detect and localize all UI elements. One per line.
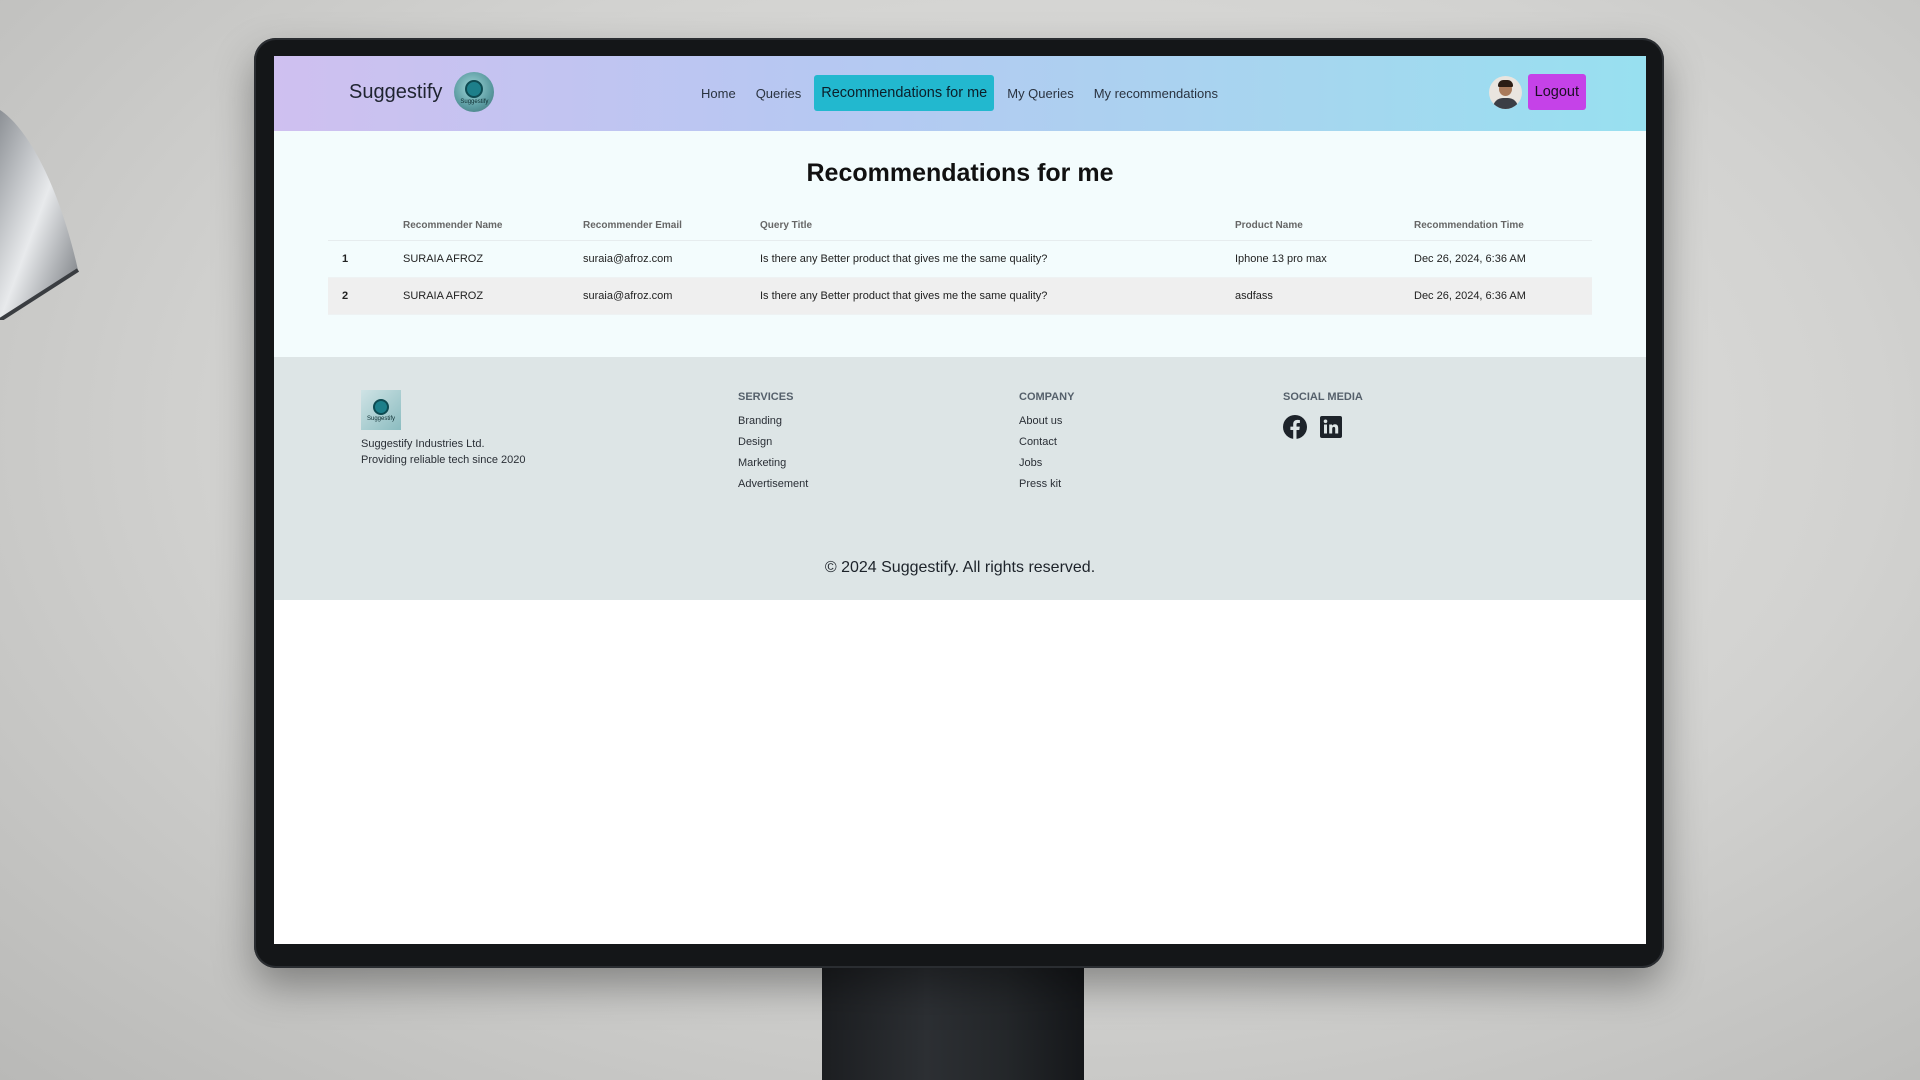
footer-logo: Suggestify [361, 390, 401, 430]
bulb-icon [465, 79, 484, 98]
link-advertisement[interactable]: Advertisement [738, 478, 808, 490]
social-title: SOCIAL MEDIA [1283, 391, 1363, 403]
footer: Suggestify Suggestify Industries Ltd. Pr… [274, 357, 1646, 600]
desk-lamp [0, 110, 80, 320]
col-product-name: Product Name [1235, 211, 1414, 241]
linkedin-icon[interactable] [1319, 415, 1343, 439]
link-branding[interactable]: Branding [738, 415, 808, 427]
main-content: Recommendations for me Recommender Name … [274, 131, 1646, 357]
row-index: 1 [328, 240, 403, 278]
link-marketing[interactable]: Marketing [738, 457, 808, 469]
table-row: 1 SURAIA AFROZ suraia@afroz.com Is there… [328, 240, 1592, 278]
nav-my-recommendations[interactable]: My recommendations [1087, 78, 1225, 109]
link-about-us[interactable]: About us [1019, 415, 1074, 427]
link-press-kit[interactable]: Press kit [1019, 478, 1074, 490]
brand[interactable]: Suggestify Suggestify [349, 70, 495, 114]
row-index: 2 [328, 277, 403, 315]
product-name: asdfass [1235, 277, 1414, 315]
logo-text: Suggestify [460, 98, 489, 105]
browser-screen: Suggestify Suggestify Home Queries Recom… [274, 56, 1646, 944]
nav-recommendations-for-me[interactable]: Recommendations for me [814, 75, 995, 111]
link-design[interactable]: Design [738, 436, 808, 448]
company-tagline: Providing reliable tech since 2020 [361, 454, 526, 466]
recommender-email: suraia@afroz.com [583, 277, 760, 315]
avatar[interactable] [1488, 75, 1522, 109]
col-recommender-email: Recommender Email [583, 211, 760, 241]
col-query-title: Query Title [760, 211, 1235, 241]
recommendation-time: Dec 26, 2024, 6:36 AM [1414, 240, 1592, 278]
services-title: SERVICES [738, 391, 794, 403]
company-name: Suggestify Industries Ltd. [361, 438, 485, 450]
recommendation-time: Dec 26, 2024, 6:36 AM [1414, 277, 1592, 315]
table-header-row: Recommender Name Recommender Email Query… [328, 211, 1592, 241]
recommender-name: SURAIA AFROZ [403, 277, 583, 315]
brand-name[interactable]: Suggestify [349, 81, 442, 104]
col-recommendation-time: Recommendation Time [1414, 211, 1592, 241]
col-recommender-name: Recommender Name [403, 211, 583, 241]
social-icons [1283, 415, 1363, 439]
link-jobs[interactable]: Jobs [1019, 457, 1074, 469]
footer-company-info: Suggestify Industries Ltd. Providing rel… [361, 436, 526, 468]
monitor-stand [822, 960, 1084, 1080]
link-contact[interactable]: Contact [1019, 436, 1074, 448]
nav-queries[interactable]: Queries [749, 78, 809, 109]
table-row: 2 SURAIA AFROZ suraia@afroz.com Is there… [328, 277, 1592, 315]
copyright: © 2024 Suggestify. All rights reserved. [824, 559, 1096, 576]
user-area: Logout [1488, 74, 1586, 110]
brand-logo[interactable]: Suggestify [454, 72, 495, 112]
footer-logo-text: Suggestify [366, 415, 396, 422]
footer-social: SOCIAL MEDIA [1283, 391, 1363, 439]
nav-my-queries[interactable]: My Queries [1000, 78, 1080, 109]
footer-company: COMPANY About us Contact Jobs Press kit [1019, 391, 1074, 499]
company-title: COMPANY [1019, 391, 1075, 403]
bulb-icon [373, 398, 389, 415]
product-name: Iphone 13 pro max [1235, 240, 1414, 278]
query-title: Is there any Better product that gives m… [760, 277, 1235, 315]
recommender-name: SURAIA AFROZ [403, 240, 583, 278]
nav-home[interactable]: Home [694, 78, 743, 109]
col-index [328, 211, 403, 241]
page-title: Recommendations for me [806, 159, 1114, 187]
query-title: Is there any Better product that gives m… [760, 240, 1235, 278]
recommendations-table: Recommender Name Recommender Email Query… [328, 211, 1592, 315]
nav-links: Home Queries Recommendations for me My Q… [694, 74, 1231, 112]
recommender-email: suraia@afroz.com [583, 240, 760, 278]
logout-button[interactable]: Logout [1527, 74, 1586, 110]
footer-services: SERVICES Branding Design Marketing Adver… [738, 391, 808, 499]
facebook-icon[interactable] [1283, 415, 1307, 439]
navbar: Suggestify Suggestify Home Queries Recom… [274, 56, 1646, 131]
